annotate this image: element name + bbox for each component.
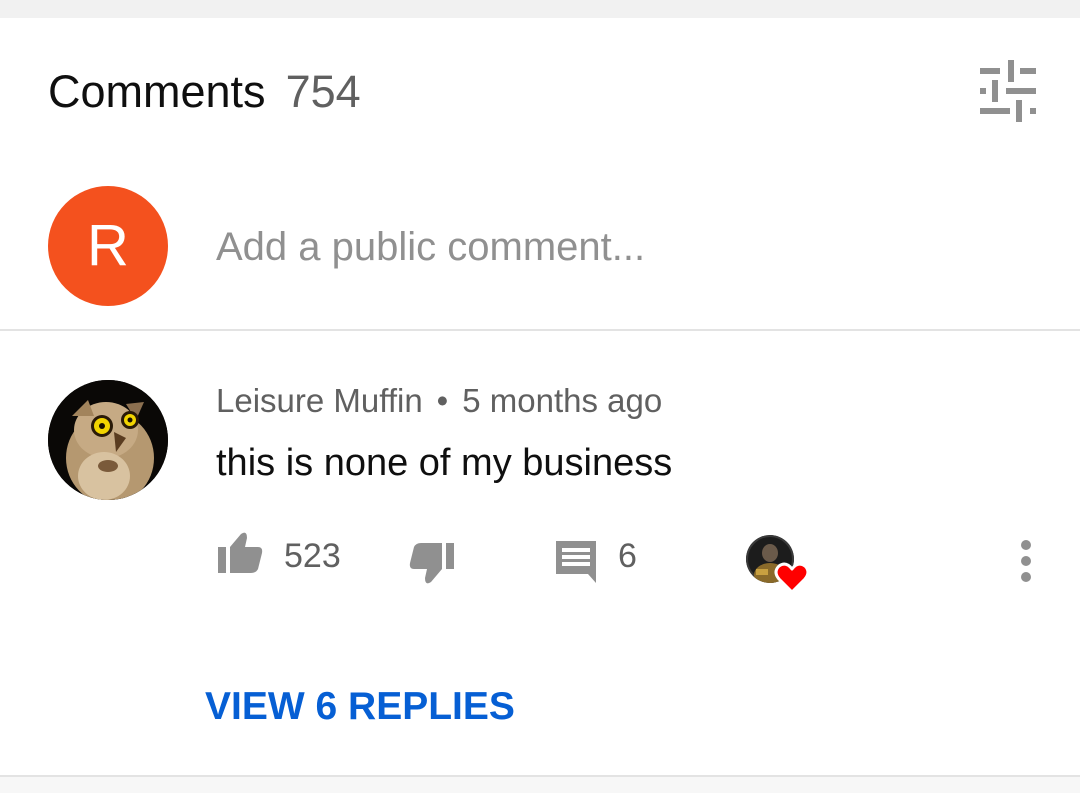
reply-button[interactable] [554,539,600,585]
add-comment-input[interactable] [216,221,976,273]
more-vertical-icon [1021,540,1031,582]
comment-meta: Leisure Muffin • 5 months ago [216,379,662,423]
comment-text: this is none of my business [216,442,673,484]
bottom-band [0,777,1080,793]
comment-thread: Leisure Muffin • 5 months ago this is none… [0,331,1080,775]
sort-sliders-icon [980,60,1036,122]
comments-count: 754 [285,66,361,117]
user-avatar[interactable]: R [48,186,168,306]
sort-filter-button[interactable] [972,56,1042,126]
comment-icon [556,541,596,583]
comments-title: Comments 754 [48,66,361,118]
like-count: 523 [284,537,341,575]
comment-timestamp: 5 months ago [462,382,663,419]
comment-composer: R [0,163,1080,329]
owl-avatar-image [48,380,168,500]
meta-separator: • [436,382,449,419]
view-replies-button[interactable]: VIEW 6 REPLIES [205,683,515,731]
comments-title-label: Comments [48,66,266,117]
dislike-button[interactable] [408,541,458,587]
creator-heart [746,535,810,595]
thumbs-up-icon [218,532,263,573]
comments-header: Comments 754 [0,18,1080,163]
more-actions-button[interactable] [1004,537,1048,585]
commenter-avatar[interactable] [48,380,168,500]
top-band [0,0,1080,18]
like-button[interactable] [214,531,264,577]
comment-author[interactable]: Leisure Muffin [216,382,423,419]
reply-count: 6 [618,537,637,575]
heart-icon [774,562,810,594]
thumbs-down-icon [409,543,454,584]
